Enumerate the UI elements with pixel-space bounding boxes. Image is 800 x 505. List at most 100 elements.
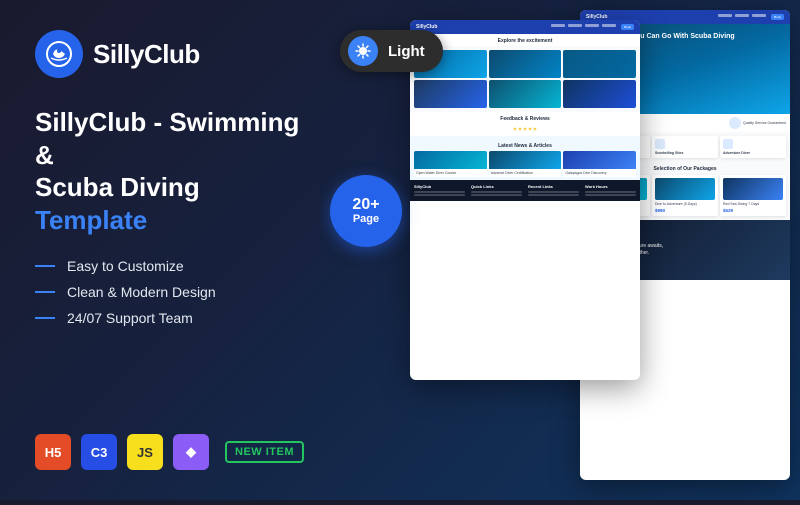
footer-col-3-title: Recent Links [528, 184, 579, 189]
star-2 [518, 127, 522, 131]
footer-col-1-title: SillyClub [414, 184, 465, 189]
mini-quality: Quality Service Guaranteed [729, 117, 786, 129]
page-count-badge: 20+ Page [330, 175, 402, 247]
mini-feedback-title: Feedback & Reviews [410, 112, 640, 124]
footer-col-4: Work Hours [585, 184, 636, 197]
footer-col-2: Quick Links [471, 184, 522, 197]
mini-news-title: Latest News & Articles [414, 139, 636, 151]
mini-nav-link-4 [602, 24, 616, 27]
service-icon-2 [655, 139, 665, 149]
quality-icon [729, 117, 741, 129]
footer-line-1b [414, 194, 465, 196]
dash-icon-2 [35, 291, 55, 293]
mini-thumb-5 [489, 80, 562, 108]
mini-cta-btn-right: Book [771, 14, 784, 20]
preview-area: Light 20+ Page SillyClub Book Explore th… [320, 0, 800, 500]
javascript-icon: JS [127, 434, 163, 470]
price-img-2 [655, 178, 715, 200]
mini-nav-link-2 [568, 24, 582, 27]
service-icon-3 [723, 139, 733, 149]
dash-icon-1 [35, 265, 55, 267]
footer-col-3: Recent Links [528, 184, 579, 197]
price-card-2: Dive to Adventure (5 Days) $990 [652, 175, 718, 216]
main-heading: SillyClub - Swimming & Scuba Diving Temp… [35, 106, 305, 236]
mini-news-img-3 [563, 151, 636, 169]
mini-thumb-3 [563, 50, 636, 78]
feature-item-1: Easy to Customize [35, 258, 305, 274]
service-text-2: Snorkelling Sites [655, 151, 715, 155]
logo-area: SillyClub [35, 30, 305, 78]
toggle-circle [348, 36, 378, 66]
mini-thumb-6 [563, 80, 636, 108]
mini-news-text-1: Open Water Diver Course [414, 169, 487, 177]
price-text-2: Dive to Adventure (5 Days) [655, 202, 715, 207]
html5-icon: H5 [35, 434, 71, 470]
gem-icon: ◆ [173, 434, 209, 470]
quality-text: Quality Service Guaranteed [743, 121, 786, 125]
mini-nav-links: Book [551, 24, 634, 30]
theme-toggle[interactable]: Light [340, 30, 443, 72]
mini-news-grid: Open Water Diver Course Advance Diver Ce… [414, 151, 636, 177]
mini-news-img-1 [414, 151, 487, 169]
feature-item-2: Clean & Modern Design [35, 284, 305, 300]
mini-nav-link-1 [551, 24, 565, 27]
footer-line-4b [585, 194, 636, 196]
footer-line-1a [414, 191, 465, 193]
service-text-3: Adventure Diver [723, 151, 783, 155]
footer-line-3a [528, 191, 579, 193]
mini-news-text-3: Galapagos Dive Discovery [563, 169, 636, 177]
screens-container: SillyClub Book Explore the excitement [410, 0, 800, 500]
price-amount-2: $990 [655, 208, 715, 213]
mini-footer: SillyClub Quick Links Recent Links Work … [410, 180, 640, 201]
service-card-2: Snorkelling Sites [652, 136, 718, 158]
price-text-3: Red Sea Diving 7 Days [723, 202, 783, 207]
mini-news-text-2: Advance Diver Certification [489, 169, 562, 177]
dash-icon-3 [35, 317, 55, 319]
new-item-badge: NEW ITEM [225, 441, 304, 463]
mini-news-2: Advance Diver Certification [489, 151, 562, 177]
left-panel: SillyClub SillyClub - Swimming & Scuba D… [0, 0, 340, 500]
star-4 [528, 127, 532, 131]
price-amount-3: $529 [723, 208, 783, 213]
mini-news-1: Open Water Diver Course [414, 151, 487, 177]
footer-line-2a [471, 191, 522, 193]
feature-item-3: 24/07 Support Team [35, 310, 305, 326]
footer-line-3b [528, 194, 579, 196]
mini-stars [414, 127, 636, 131]
left-preview-screen: SillyClub Book Explore the excitement [410, 20, 640, 380]
css3-icon: C3 [81, 434, 117, 470]
footer-col-1: SillyClub [414, 184, 465, 197]
mini-news-3: Galapagos Dive Discovery [563, 151, 636, 177]
mini-nav-link-3 [585, 24, 599, 27]
mini-thumb-4 [414, 80, 487, 108]
mini-nav-links-right: Book [718, 14, 784, 20]
price-img-3 [723, 178, 783, 200]
badge-label: Page [353, 213, 379, 225]
footer-col-2-title: Quick Links [471, 184, 522, 189]
star-5 [533, 127, 537, 131]
badge-number: 20+ [352, 197, 379, 213]
mini-reviews-section [410, 124, 640, 136]
tech-row: H5 C3 JS ◆ NEW ITEM [35, 434, 305, 470]
features-list: Easy to Customize Clean & Modern Design … [35, 258, 305, 326]
star-3 [523, 127, 527, 131]
mini-news-img-2 [489, 151, 562, 169]
logo-text: SillyClub [93, 39, 200, 70]
footer-col-4-title: Work Hours [585, 184, 636, 189]
mini-gallery-grid [410, 46, 640, 112]
footer-line-2b [471, 194, 522, 196]
mini-nav-link-r1 [718, 14, 732, 17]
theme-toggle-label: Light [388, 43, 425, 60]
mini-nav-link-r2 [735, 14, 749, 17]
mini-news-section: Latest News & Articles Open Water Diver … [410, 136, 640, 180]
star-1 [513, 127, 517, 131]
mini-nav-link-r3 [752, 14, 766, 17]
price-card-3: Red Sea Diving 7 Days $529 [720, 175, 786, 216]
service-card-3: Adventure Diver [720, 136, 786, 158]
mini-thumb-2 [489, 50, 562, 78]
logo-icon [35, 30, 83, 78]
mini-navbar: SillyClub Book [410, 20, 640, 34]
mini-cta-btn: Book [621, 24, 634, 30]
mini-explore-title: Explore the excitement [410, 34, 640, 46]
footer-line-4a [585, 191, 636, 193]
